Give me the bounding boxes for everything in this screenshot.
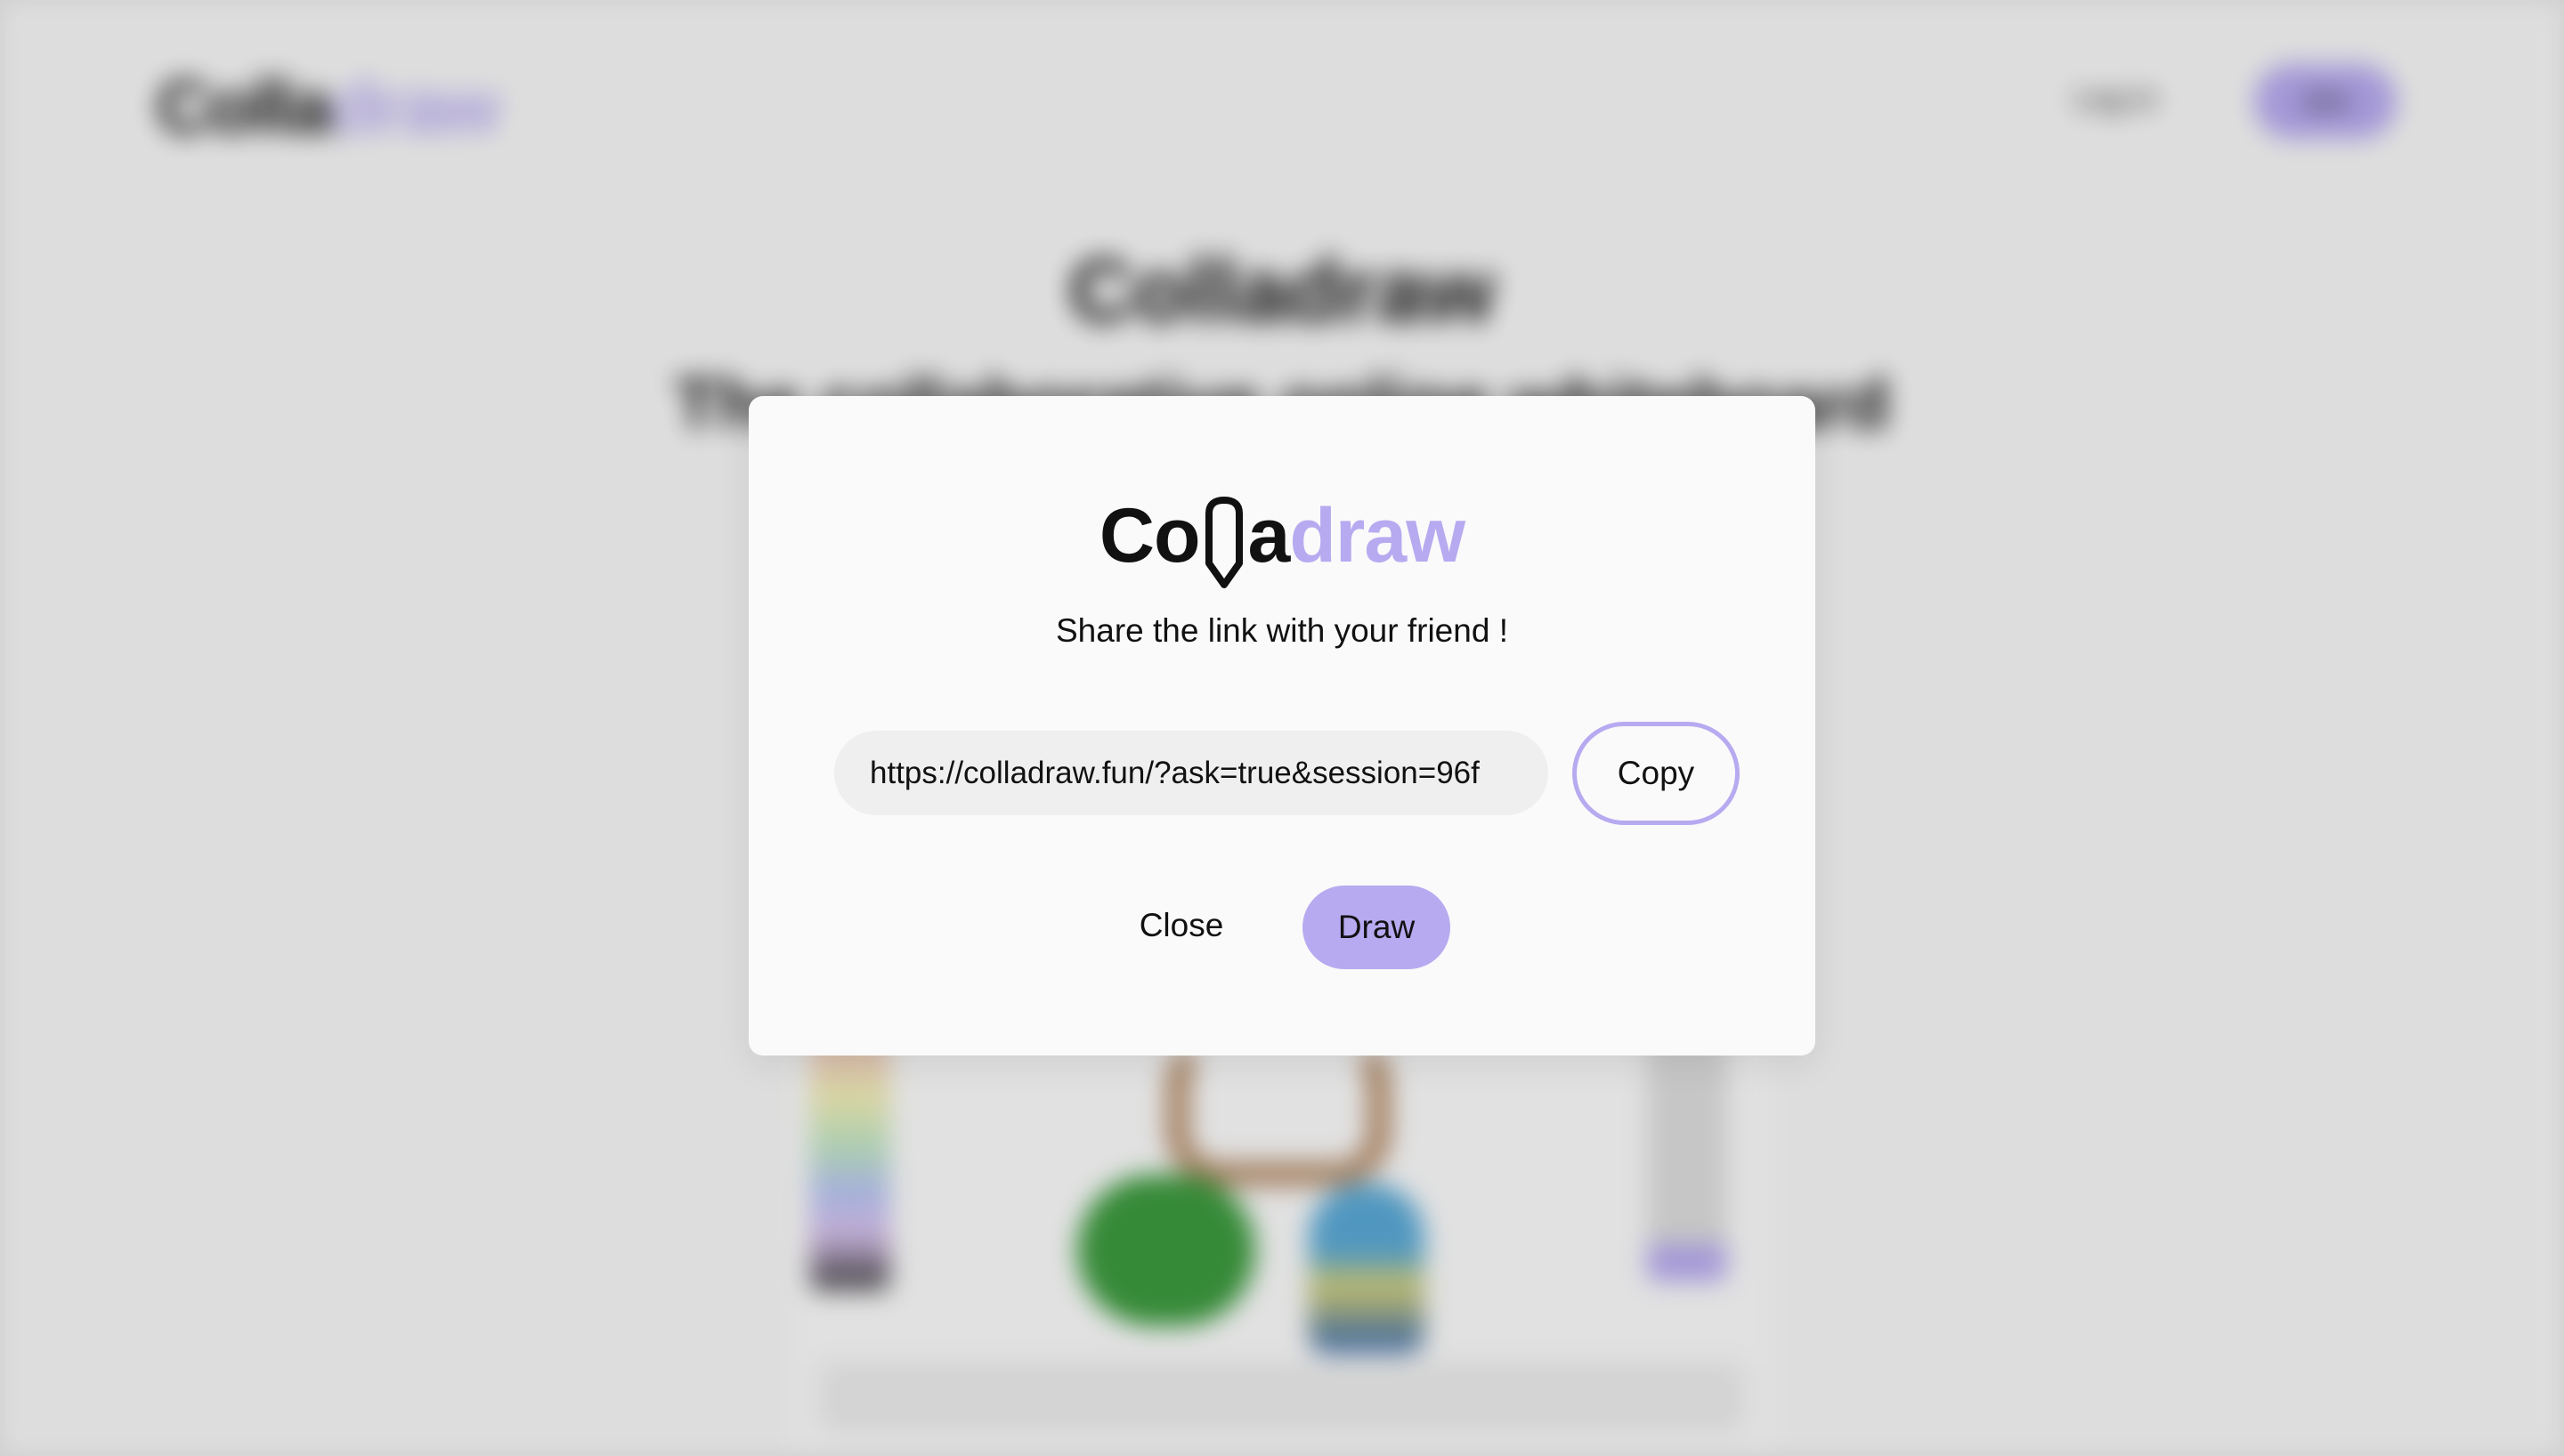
close-button[interactable]: Close [1128,886,1235,966]
pencil-icon [1205,497,1243,588]
modal-logo-part3: draw [1289,493,1465,578]
draw-button[interactable]: Draw [1302,886,1450,969]
copy-button[interactable]: Copy [1572,722,1740,825]
modal-logo-part1: Co [1099,493,1201,578]
modal-logo: Co a draw [749,476,1815,588]
modal-logo-part2: a [1247,493,1291,578]
share-link-field[interactable]: https://colladraw.fun/?ask=true&session=… [834,731,1548,815]
share-link-modal: Co a draw Share the link with your friend… [749,396,1815,1056]
share-message: Share the link with your friend ! [1056,612,1508,649]
